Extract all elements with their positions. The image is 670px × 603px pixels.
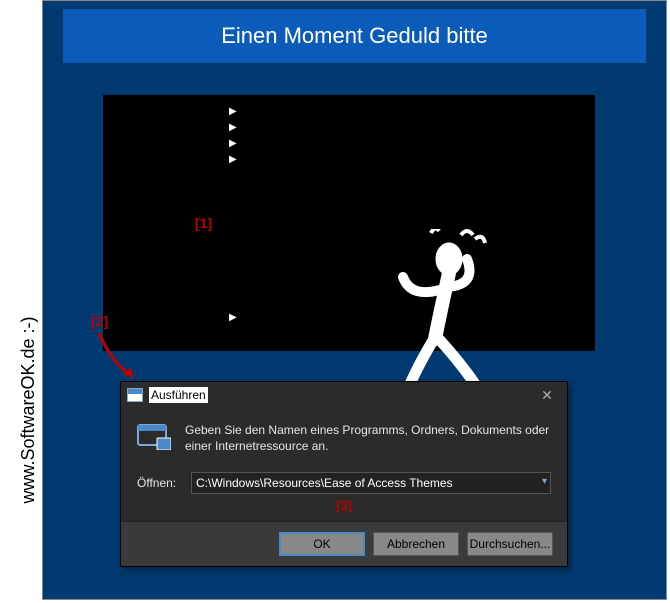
arrow-right-icon: ▶: [229, 153, 243, 167]
button-row: OK Abbrechen Durchsuchen...: [121, 521, 567, 566]
annotation-marker-1: [1]: [195, 215, 212, 231]
menu-arrows: ▶ ▶ ▶ ▶ ▶: [229, 105, 243, 325]
annotation-marker-3: [3]: [137, 498, 551, 513]
ok-button[interactable]: OK: [279, 532, 365, 556]
watermark-text: www.SoftwareOK.de :-): [18, 260, 39, 560]
open-label: Öffnen:: [137, 476, 181, 490]
run-dialog: Ausführen ✕ Geben Sie den Namen eines Pr…: [120, 381, 568, 567]
run-program-icon: [137, 422, 171, 450]
dialog-title: Ausführen: [149, 387, 208, 403]
browse-button[interactable]: Durchsuchen...: [467, 532, 553, 556]
open-input[interactable]: [191, 472, 551, 494]
close-icon[interactable]: ✕: [527, 382, 567, 408]
run-window-icon: [127, 388, 143, 402]
dialog-description: Geben Sie den Namen eines Programms, Ord…: [185, 422, 551, 454]
dialog-body: Geben Sie den Namen eines Programms, Ord…: [121, 408, 567, 521]
header-bar: Einen Moment Geduld bitte: [63, 9, 646, 63]
title-bar[interactable]: Ausführen ✕: [121, 382, 567, 408]
arrow-right-icon: ▶: [229, 121, 243, 135]
arrow-right-icon: ▶: [229, 137, 243, 151]
arrow-right-icon: ▶: [229, 105, 243, 119]
cancel-button[interactable]: Abbrechen: [373, 532, 459, 556]
page-title: Einen Moment Geduld bitte: [221, 23, 488, 49]
arrow-pointer-icon: [93, 327, 153, 387]
arrow-right-icon: ▶: [229, 311, 243, 325]
page-frame: Einen Moment Geduld bitte ▶ ▶ ▶ ▶ ▶ [1]: [42, 0, 667, 600]
black-panel: ▶ ▶ ▶ ▶ ▶ [1]: [103, 95, 595, 351]
open-combobox[interactable]: ▾: [191, 472, 551, 494]
